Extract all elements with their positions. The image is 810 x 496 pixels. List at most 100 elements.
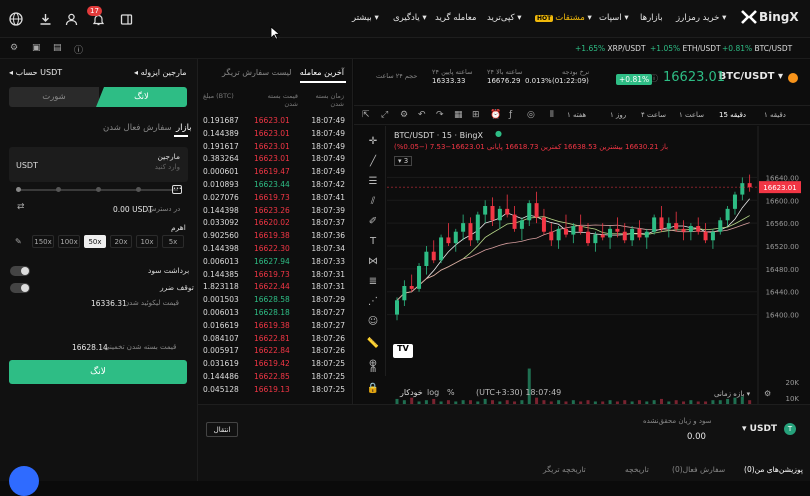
leverage-20x[interactable]: 20x	[110, 235, 132, 248]
download-icon[interactable]	[37, 11, 53, 27]
user-icon[interactable]	[63, 11, 79, 27]
trade-time: 18:07:49	[311, 154, 345, 164]
indicators-icon[interactable]: ƒ	[509, 110, 512, 120]
trade-amount: 0.084107	[203, 333, 239, 343]
time-range-selector[interactable]: بازه زمانی ▾	[714, 390, 750, 398]
candle-body	[541, 217, 546, 232]
ticker-btc[interactable]: +0.81% BTC/USDT	[722, 44, 792, 53]
tab-trigger-history[interactable]: تاریخچه تریگر	[543, 465, 586, 474]
leverage-100x[interactable]: 100x	[58, 235, 80, 248]
globe-icon[interactable]	[8, 11, 24, 27]
pair-selector[interactable]: BTC/USDT ▾	[719, 71, 783, 82]
mouse-cursor-icon	[270, 26, 280, 40]
nav-copy-trade[interactable]: کپی‌ترید ▾	[487, 13, 522, 23]
transfer-button[interactable]: انتقال	[206, 422, 238, 437]
chart-settings-icon[interactable]: ⚙	[400, 110, 408, 120]
fullscreen-icon[interactable]: ⤢	[381, 110, 388, 120]
candlestick-chart[interactable]: 16640.0016600.0016560.0016520.0016480.00…	[387, 126, 810, 404]
leverage-5x[interactable]: 5x	[162, 235, 184, 248]
account-selector[interactable]: ◂ حساب USDT	[9, 68, 62, 77]
percent-scale-toggle[interactable]: %	[447, 388, 455, 397]
settings-icon[interactable]: ⚙	[10, 43, 18, 53]
swap-icon[interactable]: ⇄	[17, 202, 25, 212]
brush-icon[interactable]: ✐	[366, 214, 380, 228]
auto-scale-toggle[interactable]: خودکار	[400, 388, 423, 397]
crosshair-icon[interactable]: ✛	[366, 134, 380, 148]
asset-selector[interactable]: ▾ USDT	[742, 424, 777, 434]
nav-spot[interactable]: اسپات ▾	[599, 13, 629, 23]
compare-icon[interactable]: ⊞	[472, 110, 480, 120]
trigger-order-tab[interactable]: سفارش فعال شدن	[103, 123, 172, 133]
take-profit-toggle[interactable]	[10, 266, 30, 276]
interval-1m[interactable]: ۱ دقیقه	[764, 111, 786, 119]
leverage-50x[interactable]: 50x	[84, 235, 106, 248]
trades-tab[interactable]: آخرین معامله	[300, 68, 344, 77]
share-icon[interactable]: ⇱	[362, 110, 370, 120]
leverage-10x[interactable]: 10x	[136, 235, 158, 248]
ticker-eth[interactable]: +1.05% ETH/USDT	[650, 44, 721, 53]
alert-bell-icon[interactable]: ⏰	[490, 110, 501, 120]
channel-icon[interactable]: ⫽	[366, 194, 380, 208]
lock-icon[interactable]: 🔒	[366, 381, 380, 395]
text-tool-icon[interactable]: T	[366, 234, 380, 248]
log-scale-toggle[interactable]: log	[427, 388, 439, 397]
redo-icon[interactable]: ↷	[436, 110, 444, 120]
tab-my-positions[interactable]: پوزیشن‌های من(0)	[744, 465, 803, 474]
screenshot-icon[interactable]: ◎	[527, 110, 535, 120]
interval-1h[interactable]: ۱ ساعت	[679, 111, 704, 119]
short-tab[interactable]: شورت	[9, 87, 99, 107]
pattern-icon[interactable]: ⋈	[366, 254, 380, 268]
nav-markets[interactable]: بازارها	[640, 13, 663, 23]
wallet-icon[interactable]	[118, 11, 134, 27]
calculator-icon[interactable]: ▤	[53, 43, 62, 53]
margin-input[interactable]: وارد کنید	[155, 163, 180, 171]
ticker-xrp[interactable]: +1.65% XRP/USDT	[575, 44, 646, 53]
trade-row: 0.383264 16623.01 18:07:49	[198, 153, 353, 165]
forecast-icon[interactable]: ⋰	[366, 294, 380, 308]
interval-4h[interactable]: ۴ ساعت	[641, 111, 666, 119]
trade-amount: 0.144486	[203, 372, 239, 381]
margin-mode-selector[interactable]: ◂ مارجین ایزوله	[134, 68, 187, 77]
candle-body	[468, 223, 473, 241]
leverage-150x[interactable]: 150x	[32, 235, 54, 248]
info-icon[interactable]: ⓘ	[74, 43, 83, 56]
nav-buy-crypto[interactable]: خرید رمزارز ▾	[676, 13, 726, 23]
ruler-icon[interactable]: 📏	[366, 336, 380, 350]
trade-time: 18:07:49	[311, 128, 345, 138]
trade-row: 0.005917 16622.84 18:07:26	[198, 345, 353, 357]
market-tab[interactable]: بازار	[176, 123, 192, 133]
nav-grid-trading[interactable]: معامله گرید	[435, 13, 476, 23]
interval-15m[interactable]: 15 دقیقه	[719, 111, 746, 119]
fib-icon[interactable]: ≣	[366, 274, 380, 288]
trade-time: 18:07:49	[311, 167, 345, 177]
magnet-icon[interactable]: ⋔	[366, 362, 380, 376]
hline-icon[interactable]: ☰	[366, 174, 380, 188]
trigger-list-tab[interactable]: لیست سفارش تریگر	[222, 68, 291, 77]
tab-history[interactable]: تاریخچه	[625, 465, 649, 474]
layout-grid-icon[interactable]: ▦	[454, 110, 463, 120]
nav-derivatives[interactable]: HOT مشتقات ▾	[535, 13, 592, 23]
nav-more[interactable]: بیشتر ▾	[352, 13, 379, 23]
long-tab[interactable]: لانگ	[96, 87, 187, 107]
chart-range-settings-icon[interactable]: ⚙	[764, 389, 771, 398]
support-chat-button[interactable]	[9, 466, 39, 496]
trendline-icon[interactable]: ╱	[366, 154, 380, 168]
candle-body	[512, 214, 517, 229]
candle-type-icon[interactable]: ⫴	[550, 110, 554, 120]
stop-loss-toggle[interactable]	[10, 283, 30, 293]
edit-leverage-icon[interactable]: ✎	[15, 237, 22, 246]
undo-icon[interactable]: ↶	[418, 110, 426, 120]
submit-long-button[interactable]: لانگ	[9, 360, 187, 384]
nav-learn[interactable]: یادگیری ▾	[393, 13, 427, 23]
emoji-icon[interactable]: ☺	[366, 314, 380, 328]
interval-1d[interactable]: ۱ روز	[610, 111, 626, 119]
margin-input-box[interactable]: مارجین وارد کنید USDT	[9, 147, 188, 182]
timezone-clock[interactable]: (UTC+3:30) 18:07:49	[476, 388, 561, 397]
interval-1w[interactable]: ۱ هفته	[567, 111, 586, 119]
tab-active-orders[interactable]: سفارش فعال(0)	[672, 465, 725, 474]
slider-handle[interactable]: •••	[172, 185, 182, 194]
layout-icon[interactable]: ▣	[32, 43, 41, 53]
candle-body	[439, 237, 444, 261]
bingx-logo[interactable]: BingX	[741, 10, 799, 24]
trade-amount: 0.144398	[203, 244, 239, 253]
